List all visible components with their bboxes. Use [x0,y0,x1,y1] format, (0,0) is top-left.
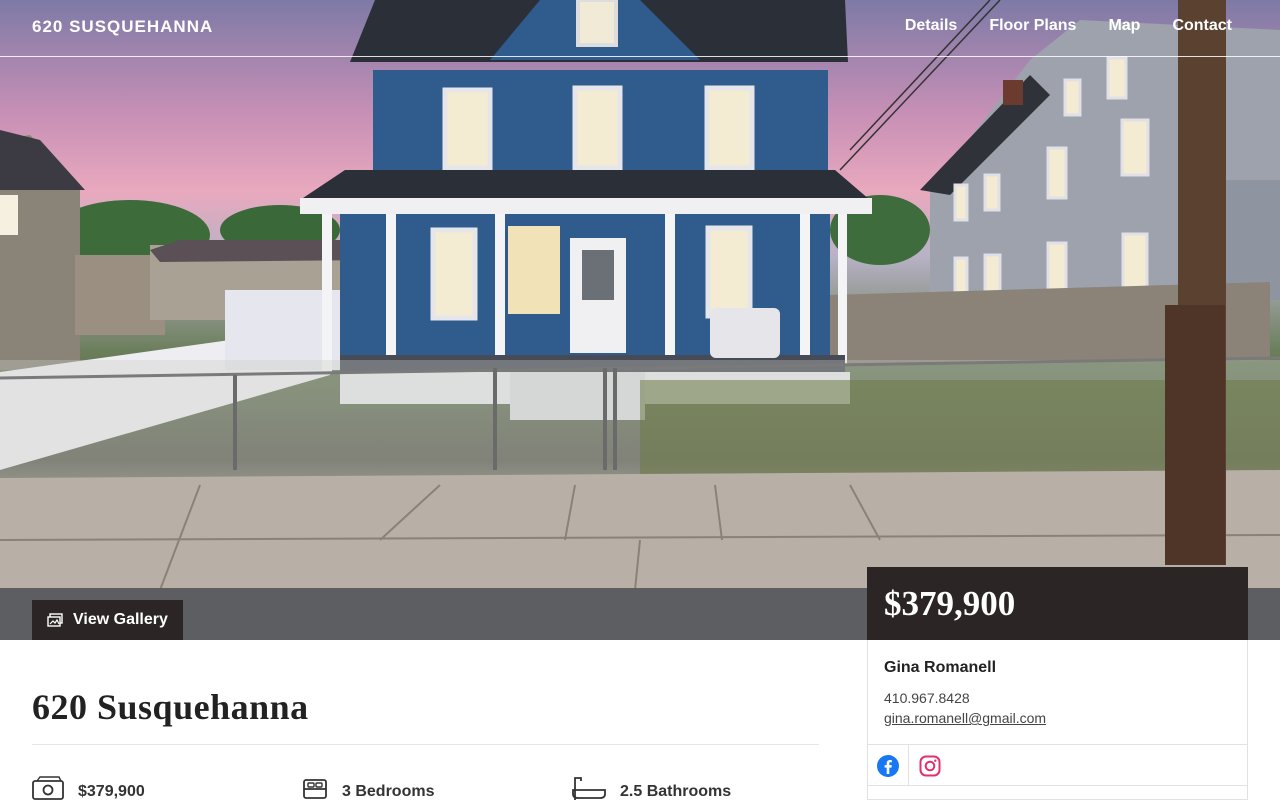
facebook-icon [877,754,899,777]
nav-contact[interactable]: Contact [1172,17,1232,35]
agent-name: Gina Romanell [884,659,997,676]
fact-bathrooms: 2.5 Bathrooms [572,776,731,801]
instagram-link[interactable] [909,745,950,786]
nav-details[interactable]: Details [905,17,957,35]
view-gallery-label: View Gallery [73,611,168,628]
price-panel: $379,900 [867,567,1248,640]
fact-bedrooms-label: 3 Bedrooms [342,783,435,800]
fact-bedrooms: 3 Bedrooms [302,776,434,801]
nav-floor-plans[interactable]: Floor Plans [989,17,1076,35]
money-icon [32,776,64,800]
listing-title: 620 Susquehanna [32,687,309,727]
main-nav: Details Floor Plans Map Contact [905,17,1232,35]
agent-social-links [868,744,1247,786]
top-navigation-bar: 620 SUSQUEHANNA Details Floor Plans Map … [0,0,1280,57]
agent-phone-link[interactable]: 410.967.8428 [884,690,970,706]
bathtub-icon [572,777,606,800]
agent-card: Gina Romanell 410.967.8428 gina.romanell… [867,640,1248,800]
gallery-icon [47,613,63,627]
title-divider [32,744,819,745]
instagram-icon [919,755,940,776]
nav-map[interactable]: Map [1108,17,1140,35]
price-value: $379,900 [884,584,1016,623]
site-brand[interactable]: 620 SUSQUEHANNA [32,17,213,37]
facebook-link[interactable] [868,745,909,786]
fact-price-label: $379,900 [78,783,145,800]
house-photo [0,0,1280,640]
agent-email-link[interactable]: gina.romanell@gmail.com [884,710,1046,726]
fact-bathrooms-label: 2.5 Bathrooms [620,783,732,800]
view-gallery-button[interactable]: View Gallery [32,600,183,640]
bed-icon [303,779,327,799]
fact-price: $379,900 [32,776,145,801]
hero-image[interactable]: 620 SUSQUEHANNA Details Floor Plans Map … [0,0,1280,640]
